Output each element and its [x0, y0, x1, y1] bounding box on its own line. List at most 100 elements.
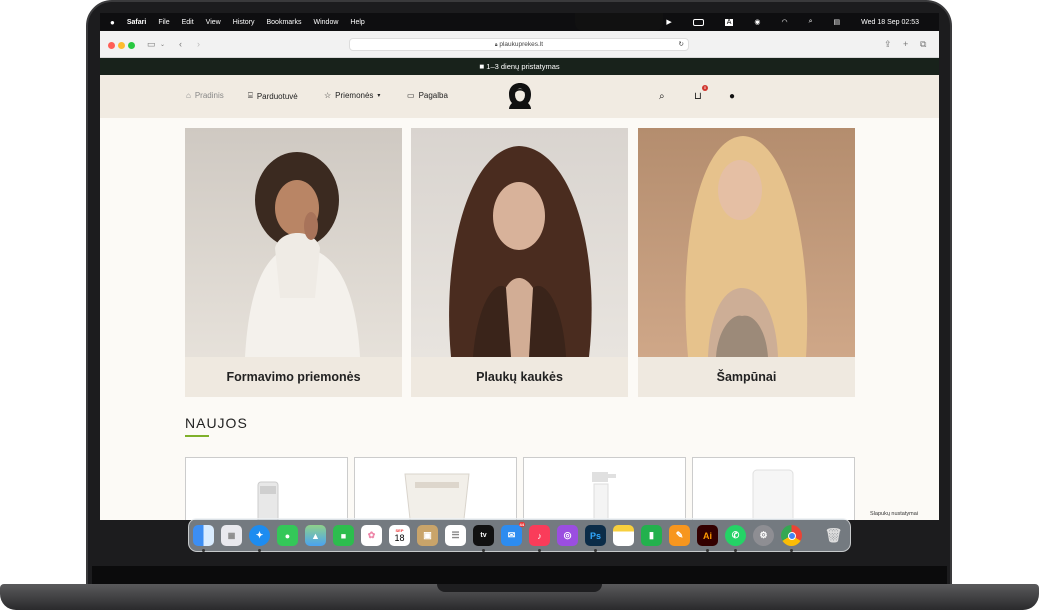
- category-card-styling[interactable]: Formavimo priemonės: [185, 128, 402, 397]
- new-tab-icon[interactable]: +: [903, 39, 908, 49]
- calendar-icon[interactable]: SEP 18: [389, 525, 410, 546]
- camera-notch: [575, 13, 663, 31]
- product-image: [752, 469, 794, 520]
- menu-edit[interactable]: Edit: [182, 19, 194, 26]
- sidebar-icon[interactable]: ▭: [147, 39, 156, 50]
- finder-icon[interactable]: [193, 525, 214, 546]
- wifi-icon[interactable]: ◠: [781, 18, 787, 26]
- apple-icon[interactable]: ●: [110, 18, 115, 27]
- reminders-icon[interactable]: ☰: [445, 525, 466, 546]
- macos-dock: ▦ ✦ ● ▲ ■ ✿ SEP 18 ▣ ☰ tv ✉ 44 ♪ ◎ Ps ▮ …: [188, 518, 851, 552]
- menubar-status-area: ▶ A ◉ ◠ ⌕ ▤ Wed 18 Sep 02:53: [637, 13, 931, 31]
- product-card[interactable]: [354, 457, 517, 520]
- mail-icon[interactable]: ✉ 44: [501, 522, 525, 546]
- illustrator-label: Ai: [703, 530, 712, 541]
- screen: ● Safari File Edit View History Bookmark…: [100, 13, 939, 520]
- safari-toolbar: ▭ ⌄ ‹ › 🔒︎ plaukuprekes.lt ↻ ⇪ + ⧉: [100, 31, 939, 58]
- menu-help[interactable]: Help: [350, 19, 364, 26]
- appletv-icon[interactable]: tv: [473, 525, 494, 546]
- menu-file[interactable]: File: [158, 19, 169, 26]
- share-icon[interactable]: ⇪: [884, 39, 892, 50]
- lock-icon: 🔒︎: [494, 42, 498, 48]
- menubar-clock[interactable]: Wed 18 Sep 02:53: [861, 19, 919, 26]
- site-header: ⌂ Pradinis ⌸ Parduotuvė ☆ Priemonės ▾ ▭ …: [100, 75, 939, 118]
- search-icon[interactable]: ⌕: [659, 91, 665, 102]
- numbers-icon[interactable]: ▮: [641, 525, 662, 546]
- product-card[interactable]: [692, 457, 855, 520]
- notes-icon[interactable]: [613, 525, 634, 546]
- maps-icon[interactable]: ▲: [305, 525, 326, 546]
- music-icon[interactable]: ♪: [529, 525, 550, 546]
- nav-help[interactable]: ▭ Pagalba: [407, 91, 448, 100]
- messages-icon[interactable]: ●: [277, 525, 298, 546]
- photos-icon[interactable]: ✿: [361, 525, 382, 546]
- cookie-settings-link[interactable]: Slapukų nustatymai: [870, 511, 918, 517]
- running-indicator: [202, 549, 205, 552]
- menu-bookmarks[interactable]: Bookmarks: [266, 19, 301, 26]
- laptop-bezel-bottom: [92, 566, 947, 586]
- laptop-base-notch: [437, 584, 602, 592]
- launchpad-icon[interactable]: ▦: [221, 525, 242, 546]
- control-center-icon[interactable]: ▤: [834, 18, 841, 26]
- nav-home-label: Pradinis: [194, 91, 224, 100]
- category-card-shampoos[interactable]: Šampūnai: [638, 128, 855, 397]
- chrome-icon[interactable]: [781, 525, 802, 546]
- cart-icon[interactable]: ⊔: [694, 91, 702, 102]
- nav-home[interactable]: ⌂ Pradinis: [186, 91, 224, 100]
- product-image: [592, 472, 616, 520]
- battery-icon[interactable]: [692, 18, 704, 26]
- product-image: [404, 473, 470, 520]
- home-icon: ⌂: [186, 91, 191, 100]
- running-indicator: [538, 549, 541, 552]
- minimize-window-button[interactable]: [118, 42, 125, 49]
- menu-window[interactable]: Window: [314, 19, 339, 26]
- tab-overview-icon[interactable]: ⧉: [920, 39, 926, 50]
- chevron-down-icon[interactable]: ⌄: [160, 41, 165, 48]
- address-bar-url: plaukuprekes.lt: [499, 41, 544, 48]
- account-icon[interactable]: ●: [729, 91, 735, 102]
- shop-icon: ⌸: [248, 91, 253, 100]
- star-icon: ☆: [324, 91, 332, 100]
- pages-icon[interactable]: ✎: [669, 525, 690, 546]
- menu-app-name[interactable]: Safari: [127, 19, 146, 26]
- product-card[interactable]: [185, 457, 348, 520]
- nav-shop[interactable]: ⌸ Parduotuvė: [248, 91, 298, 101]
- nav-tools-label: Priemonės: [335, 91, 374, 100]
- photoshop-icon[interactable]: Ps: [585, 525, 606, 546]
- reload-icon[interactable]: ↻: [679, 39, 684, 51]
- trash-icon[interactable]: 🗑︎: [823, 525, 844, 546]
- menu-view[interactable]: View: [206, 19, 221, 26]
- running-indicator: [706, 549, 709, 552]
- photoshop-label: Ps: [589, 530, 601, 541]
- podcasts-icon[interactable]: ◎: [557, 525, 578, 546]
- section-underline: [185, 435, 209, 437]
- nav-tools[interactable]: ☆ Priemonės ▾: [324, 91, 380, 100]
- safari-icon[interactable]: ✦: [249, 525, 270, 546]
- menu-history[interactable]: History: [233, 19, 255, 26]
- close-window-button[interactable]: [108, 42, 115, 49]
- address-bar[interactable]: 🔒︎ plaukuprekes.lt ↻: [349, 38, 689, 51]
- section-title: NAUJOS: [185, 415, 248, 431]
- notes-app-icon[interactable]: ▣: [417, 525, 438, 546]
- whatsapp-icon[interactable]: ✆: [725, 525, 746, 546]
- category-card-masks[interactable]: Plaukų kaukės: [411, 128, 628, 397]
- running-indicator: [482, 549, 485, 552]
- settings-icon[interactable]: ⚙: [753, 525, 774, 546]
- site-logo[interactable]: [503, 80, 537, 112]
- play-icon[interactable]: ▶: [666, 18, 671, 26]
- illustrator-icon[interactable]: Ai: [697, 525, 718, 546]
- product-card[interactable]: [523, 457, 686, 520]
- facetime-icon[interactable]: ■: [333, 525, 354, 546]
- user-icon[interactable]: ◉: [754, 18, 760, 26]
- running-indicator: [258, 549, 261, 552]
- category-label: Formavimo priemonės: [226, 370, 361, 384]
- truck-icon: ■: [479, 62, 485, 71]
- product-image: [257, 481, 279, 520]
- search-icon[interactable]: ⌕: [809, 18, 813, 26]
- nav-shop-label: Parduotuvė: [256, 91, 298, 101]
- back-icon[interactable]: ‹: [179, 39, 182, 49]
- keyboard-input-icon[interactable]: A: [724, 18, 734, 26]
- category-photo: [638, 128, 855, 357]
- forward-icon[interactable]: ›: [197, 39, 200, 49]
- zoom-window-button[interactable]: [128, 42, 135, 49]
